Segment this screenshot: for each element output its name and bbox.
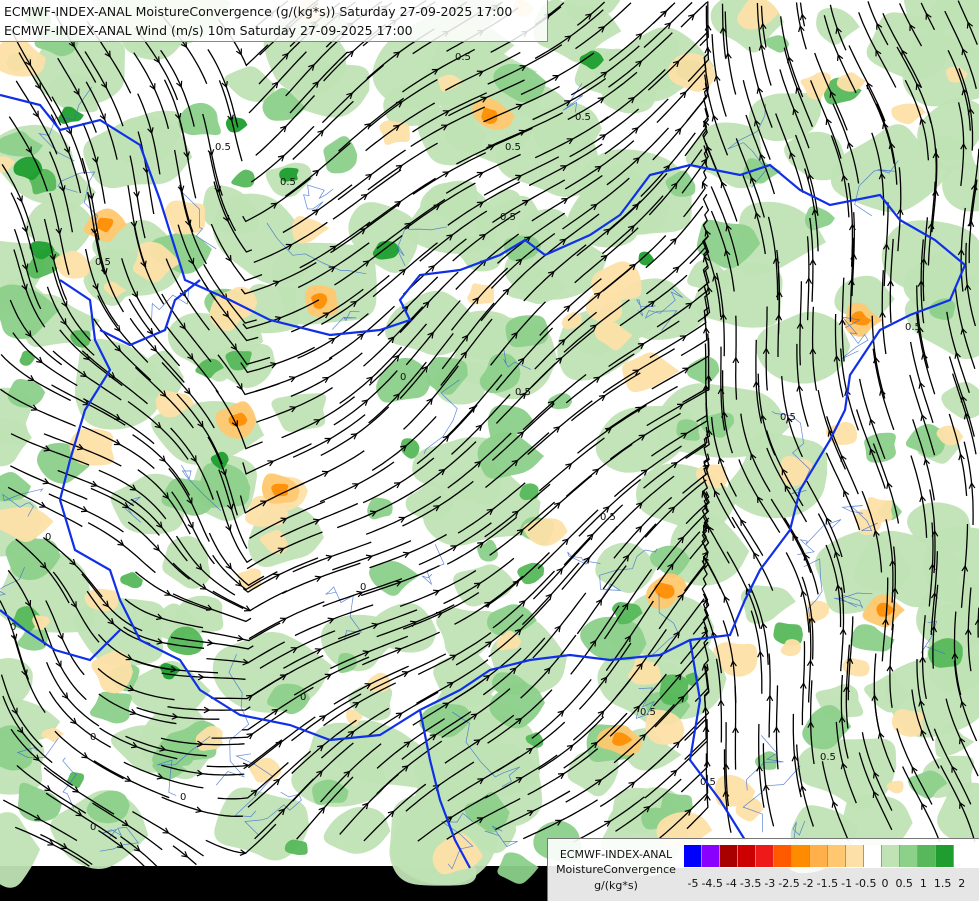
legend-parameter: MoistureConvergence	[556, 863, 676, 876]
legend-swatch	[810, 845, 828, 867]
weather-map: 0.5 0.5 0.5 0 0.5 0 0.5 0.5 0 0.5 0 0.5 0 0.5 0.5 0 0.5 0…	[0, 0, 979, 900]
legend-model: ECMWF-INDEX-ANAL	[559, 848, 673, 861]
contour-label: 0	[360, 582, 366, 593]
legend-swatch	[774, 845, 792, 867]
legend-tick: -2	[802, 877, 814, 890]
legend-tick: 1.5	[933, 877, 952, 890]
contour-label: 0.5	[500, 212, 516, 223]
legend-tick: -2.5	[778, 877, 800, 890]
field-area	[284, 839, 308, 856]
contour-label: 0.5	[820, 752, 836, 763]
map-title-box: ECMWF-INDEX-ANAL MoistureConvergence (g/…	[0, 0, 548, 42]
contour-label: 0.5	[505, 142, 521, 153]
field-area	[659, 674, 689, 706]
contour-label: 0	[10, 622, 16, 633]
legend-swatch	[882, 845, 900, 867]
legend-tick: -4	[725, 877, 737, 890]
title-line-moisture: ECMWF-INDEX-ANAL MoistureConvergence (g/…	[4, 4, 513, 19]
contour-label: 0.5	[905, 322, 921, 333]
title-line-wind: ECMWF-INDEX-ANAL Wind (m/s) 10m Saturday…	[4, 23, 413, 38]
contour-label: 0	[90, 822, 96, 833]
legend-swatch	[756, 845, 774, 867]
contour-label: 0.5	[600, 512, 616, 523]
contour-label: 0	[90, 732, 96, 743]
field-area	[864, 432, 896, 463]
legend-tick: -0.5	[855, 877, 877, 890]
legend-tick: -5	[687, 877, 699, 890]
legend-swatch	[864, 845, 882, 867]
contour-label: 0.5	[515, 387, 531, 398]
legend-tick: -3.5	[739, 877, 762, 890]
legend-tick: 0	[881, 877, 889, 890]
color-legend: ECMWF-INDEX-ANAL MoistureConvergence g/(…	[547, 838, 979, 901]
legend-tick: -1.5	[816, 877, 839, 890]
contour-label: 0.5	[280, 177, 296, 188]
legend-unit: g/(kg*s)	[594, 879, 638, 892]
contour-label: 0.5	[640, 707, 656, 718]
legend-swatch	[684, 845, 702, 867]
legend-swatch	[900, 845, 918, 867]
field-area	[379, 120, 411, 145]
contour-label: 0	[300, 692, 306, 703]
legend-swatch	[792, 845, 810, 867]
legend-tick: -3	[764, 877, 776, 890]
legend-swatch	[828, 845, 846, 867]
legend-tick: 1	[919, 877, 927, 890]
legend-swatch	[738, 845, 756, 867]
legend-tick: -4.5	[701, 877, 723, 890]
field-area	[505, 315, 549, 348]
legend-ticks: -5 -4.5 -4 -3.5 -3 -2.5 -2 -1.5 -1 -0.5 0 0.5 1 1.5 2	[684, 877, 972, 891]
contour-label: 0.5	[780, 412, 796, 423]
legend-swatch	[918, 845, 936, 867]
legend-tick: -1	[841, 877, 853, 890]
legend-swatches	[684, 845, 954, 867]
legend-tick: 0.5	[895, 877, 913, 890]
legend-swatch	[720, 845, 738, 867]
contour-label: 0.5	[575, 112, 591, 123]
legend-tick: 2	[958, 877, 966, 890]
legend-swatch	[936, 845, 954, 867]
legend-swatch	[702, 845, 720, 867]
contour-label: 0.5	[455, 52, 471, 63]
contour-label: 0	[180, 792, 186, 803]
contour-label: 0.5	[215, 142, 231, 153]
contour-label: 0.5	[700, 777, 716, 788]
legend-swatch	[846, 845, 864, 867]
contour-label: 0.5	[95, 257, 111, 268]
contour-label: 0	[400, 372, 406, 383]
contour-label: 0	[45, 532, 51, 543]
